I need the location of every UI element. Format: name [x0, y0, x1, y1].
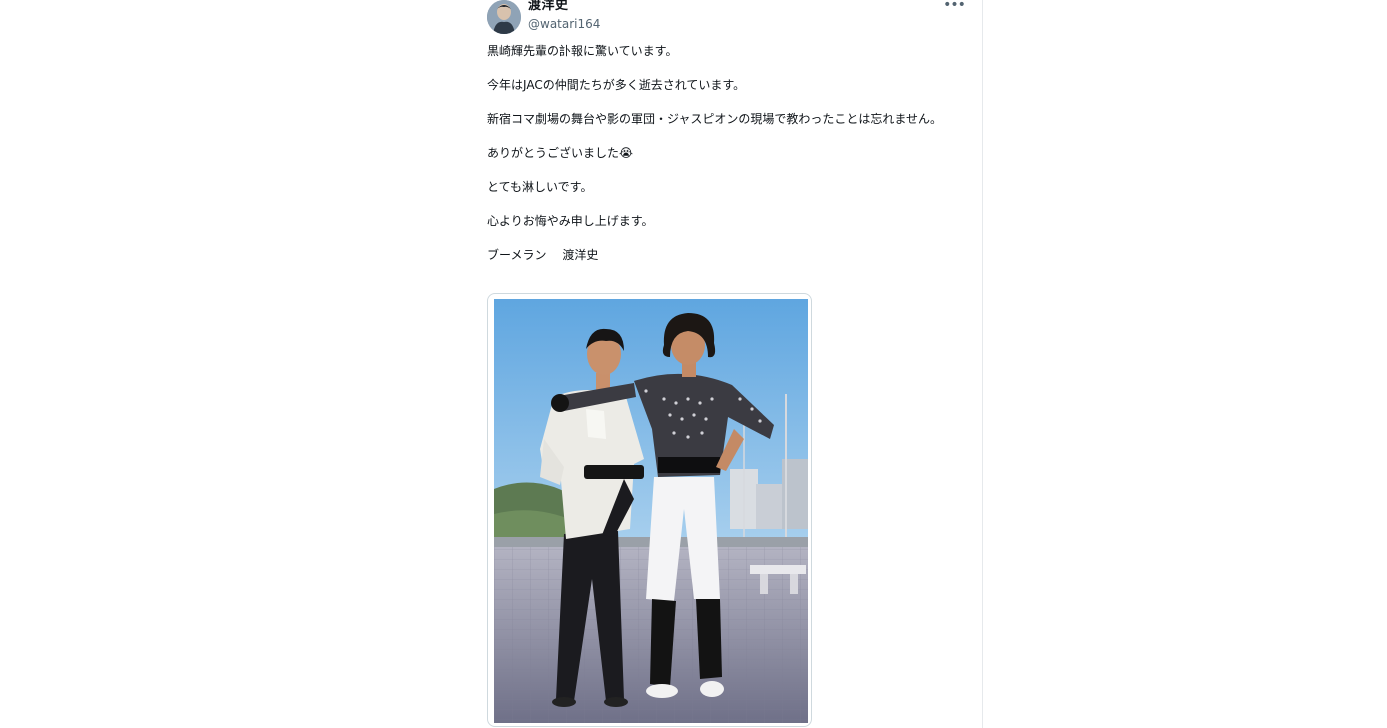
- tweet-paragraph: ブーメラン 渡洋史: [487, 248, 599, 262]
- more-options-button[interactable]: •••: [943, 0, 966, 14]
- column-divider: [982, 0, 983, 728]
- tweet-paragraph: 今年はJACの仲間たちが多く逝去されています。: [487, 78, 746, 92]
- tweet-paragraph: 新宿コマ劇場の舞台や影の軍団・ジャスピオンの現場で教わったことは忘れません。: [487, 112, 943, 126]
- tweet-header: 渡洋史 @watari164 •••: [487, 0, 967, 36]
- tweet-paragraph: とても淋しいです。: [487, 180, 593, 194]
- tweet-paragraph: 心よりお悔やみ申し上げます。: [487, 214, 654, 228]
- author-handle[interactable]: @watari164: [528, 17, 600, 32]
- tweet-photo[interactable]: [494, 299, 808, 723]
- tweet-media[interactable]: [487, 293, 812, 727]
- tweet-paragraph: 黒崎輝先輩の訃報に驚いています。: [487, 44, 678, 58]
- author-display-name[interactable]: 渡洋史: [528, 0, 569, 14]
- page: 渡洋史 @watari164 ••• 黒崎輝先輩の訃報に驚いています。 今年はJ…: [0, 0, 1387, 728]
- tweet-text: 黒崎輝先輩の訃報に驚いています。 今年はJACの仲間たちが多く逝去されています。…: [487, 43, 957, 281]
- tweet: 渡洋史 @watari164 ••• 黒崎輝先輩の訃報に驚いています。 今年はJ…: [487, 0, 967, 728]
- author-avatar[interactable]: [487, 0, 521, 34]
- tweet-paragraph: ありがとうございました😭: [487, 146, 634, 160]
- avatar-image: [487, 0, 521, 34]
